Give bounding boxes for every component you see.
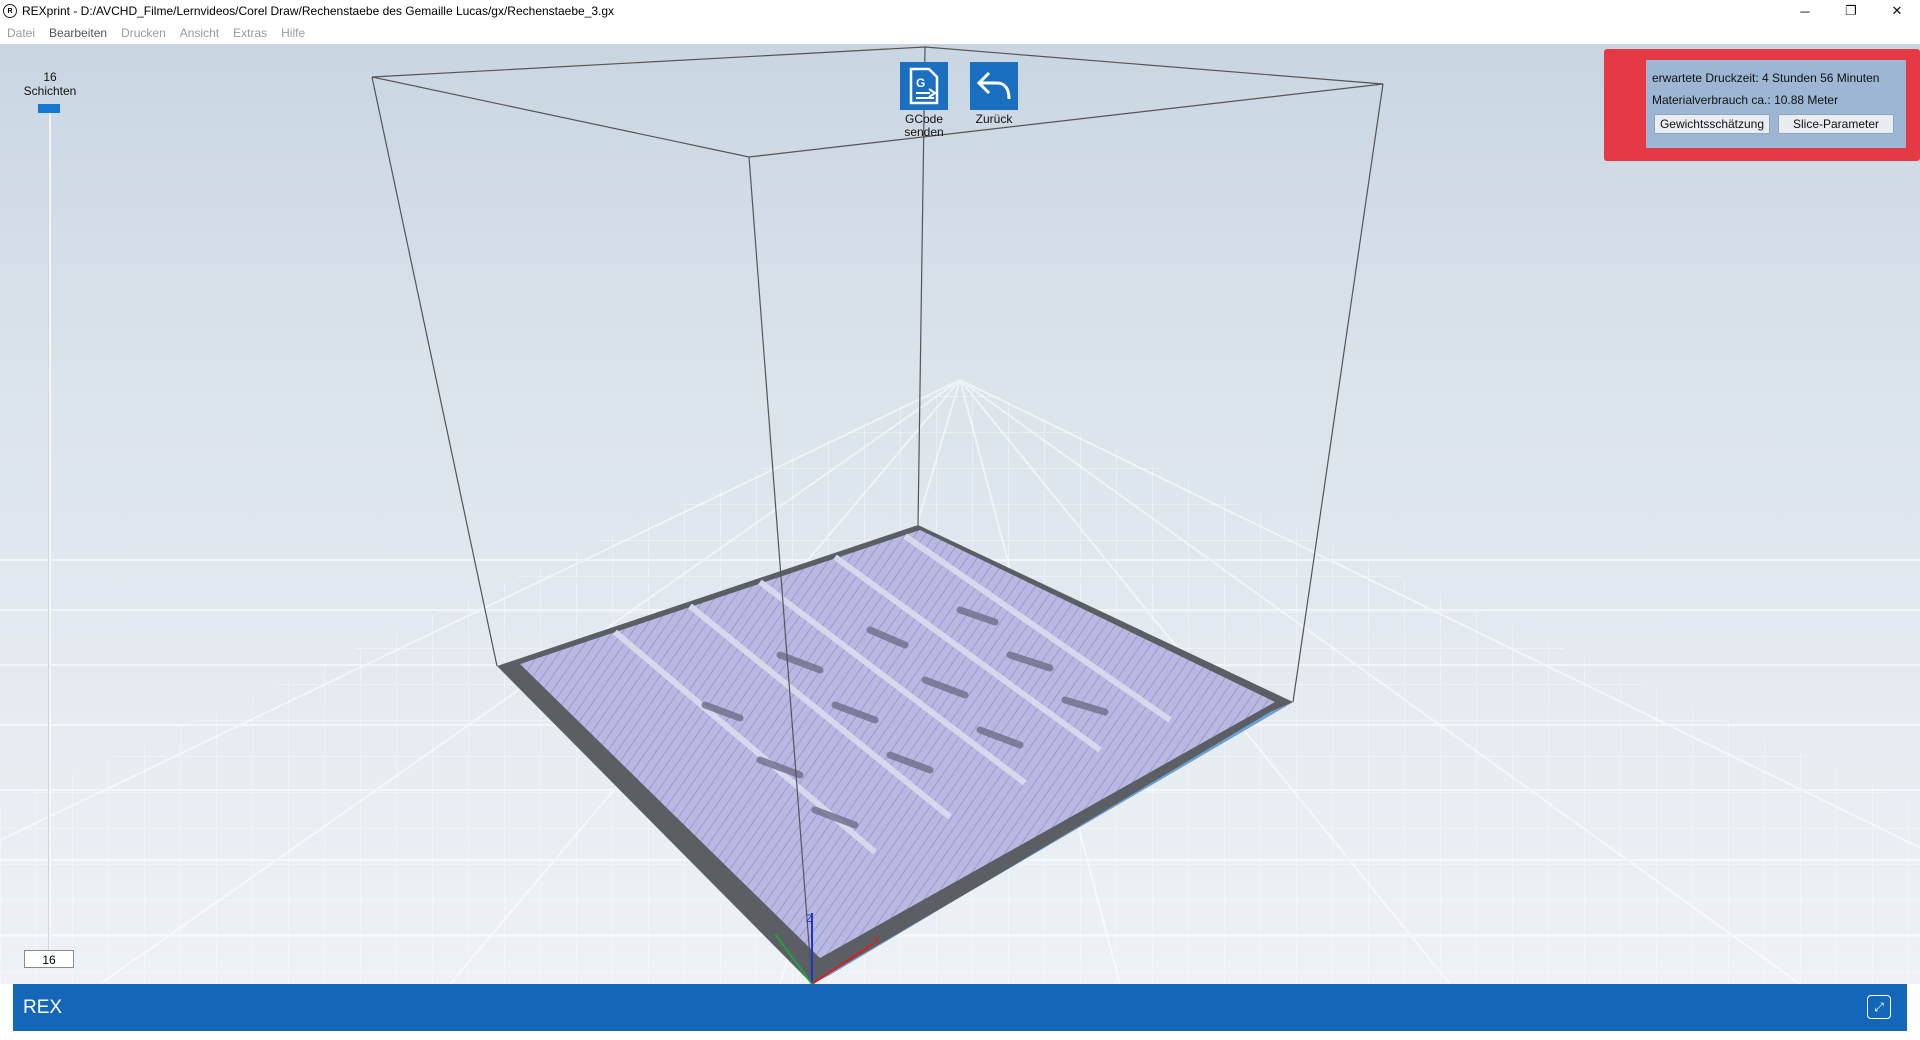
- material-label: Materialverbrauch ca.:: [1652, 93, 1771, 107]
- material-row: Materialverbrauch ca.: 10.88 Meter: [1652, 93, 1838, 107]
- back-button[interactable]: Zurück: [959, 62, 1029, 126]
- layer-count: 16: [43, 70, 57, 84]
- gcode-send-icon: G: [900, 62, 948, 110]
- restore-icon[interactable]: ❐: [1828, 0, 1874, 22]
- print-time-label: erwartete Druckzeit:: [1652, 71, 1759, 85]
- axis-z-label: Z: [806, 913, 813, 925]
- menu-bearbeiten[interactable]: Bearbeiten: [42, 26, 114, 40]
- menu-datei[interactable]: Datei: [0, 26, 42, 40]
- rex-logo-icon: R: [3, 4, 17, 18]
- minimize-icon[interactable]: ─: [1782, 0, 1828, 22]
- layer-panel: 16 Schichten: [20, 70, 80, 98]
- layer-label: Schichten: [23, 84, 77, 98]
- svg-text:G: G: [916, 76, 925, 90]
- bottom-bar: REX ⤢: [13, 984, 1907, 1031]
- print-time-row: erwartete Druckzeit: 4 Stunden 56 Minute…: [1652, 71, 1879, 85]
- slice-parameters-button[interactable]: Slice-Parameter: [1778, 114, 1894, 134]
- close-icon[interactable]: ✕: [1874, 0, 1920, 22]
- weight-estimate-button[interactable]: Gewichtsschätzung: [1654, 114, 1770, 134]
- window-controls: ─ ❐ ✕: [1782, 0, 1920, 22]
- back-arrow-icon: [970, 62, 1018, 110]
- layer-slider-thumb[interactable]: [38, 104, 60, 113]
- print-scene: Z X: [0, 46, 1920, 984]
- menu-drucken[interactable]: Drucken: [114, 26, 173, 40]
- menu-ansicht[interactable]: Ansicht: [173, 26, 226, 40]
- back-label: Zurück: [975, 112, 1013, 126]
- send-gcode-button[interactable]: G GCode senden: [889, 62, 959, 139]
- send-gcode-label-2: senden: [904, 125, 944, 139]
- print-time-value: 4 Stunden 56 Minuten: [1762, 71, 1880, 85]
- material-value: 10.88 Meter: [1774, 93, 1839, 107]
- layer-slider-track[interactable]: [48, 112, 51, 950]
- menu-hilfe[interactable]: Hilfe: [274, 26, 312, 40]
- bottom-brand-label: REX: [23, 997, 63, 1018]
- window-title: REXprint - D:/AVCHD_Filme/Lernvideos/Cor…: [22, 4, 615, 18]
- 3d-viewport[interactable]: Z X 16 Schichten 16 G GCode senden Zurüc…: [0, 44, 1920, 984]
- title-bar: R REXprint - D:/AVCHD_Filme/Lernvideos/C…: [0, 0, 1920, 22]
- axis-x-label: X: [873, 935, 881, 947]
- bottom-strip: [0, 1031, 1920, 1040]
- menu-bar: Datei Bearbeiten Drucken Ansicht Extras …: [0, 22, 1920, 45]
- menu-extras[interactable]: Extras: [226, 26, 274, 40]
- print-info-panel: erwartete Druckzeit: 4 Stunden 56 Minute…: [1646, 60, 1906, 148]
- layer-input[interactable]: 16: [24, 950, 74, 968]
- expand-link-icon[interactable]: ⤢: [1867, 995, 1891, 1019]
